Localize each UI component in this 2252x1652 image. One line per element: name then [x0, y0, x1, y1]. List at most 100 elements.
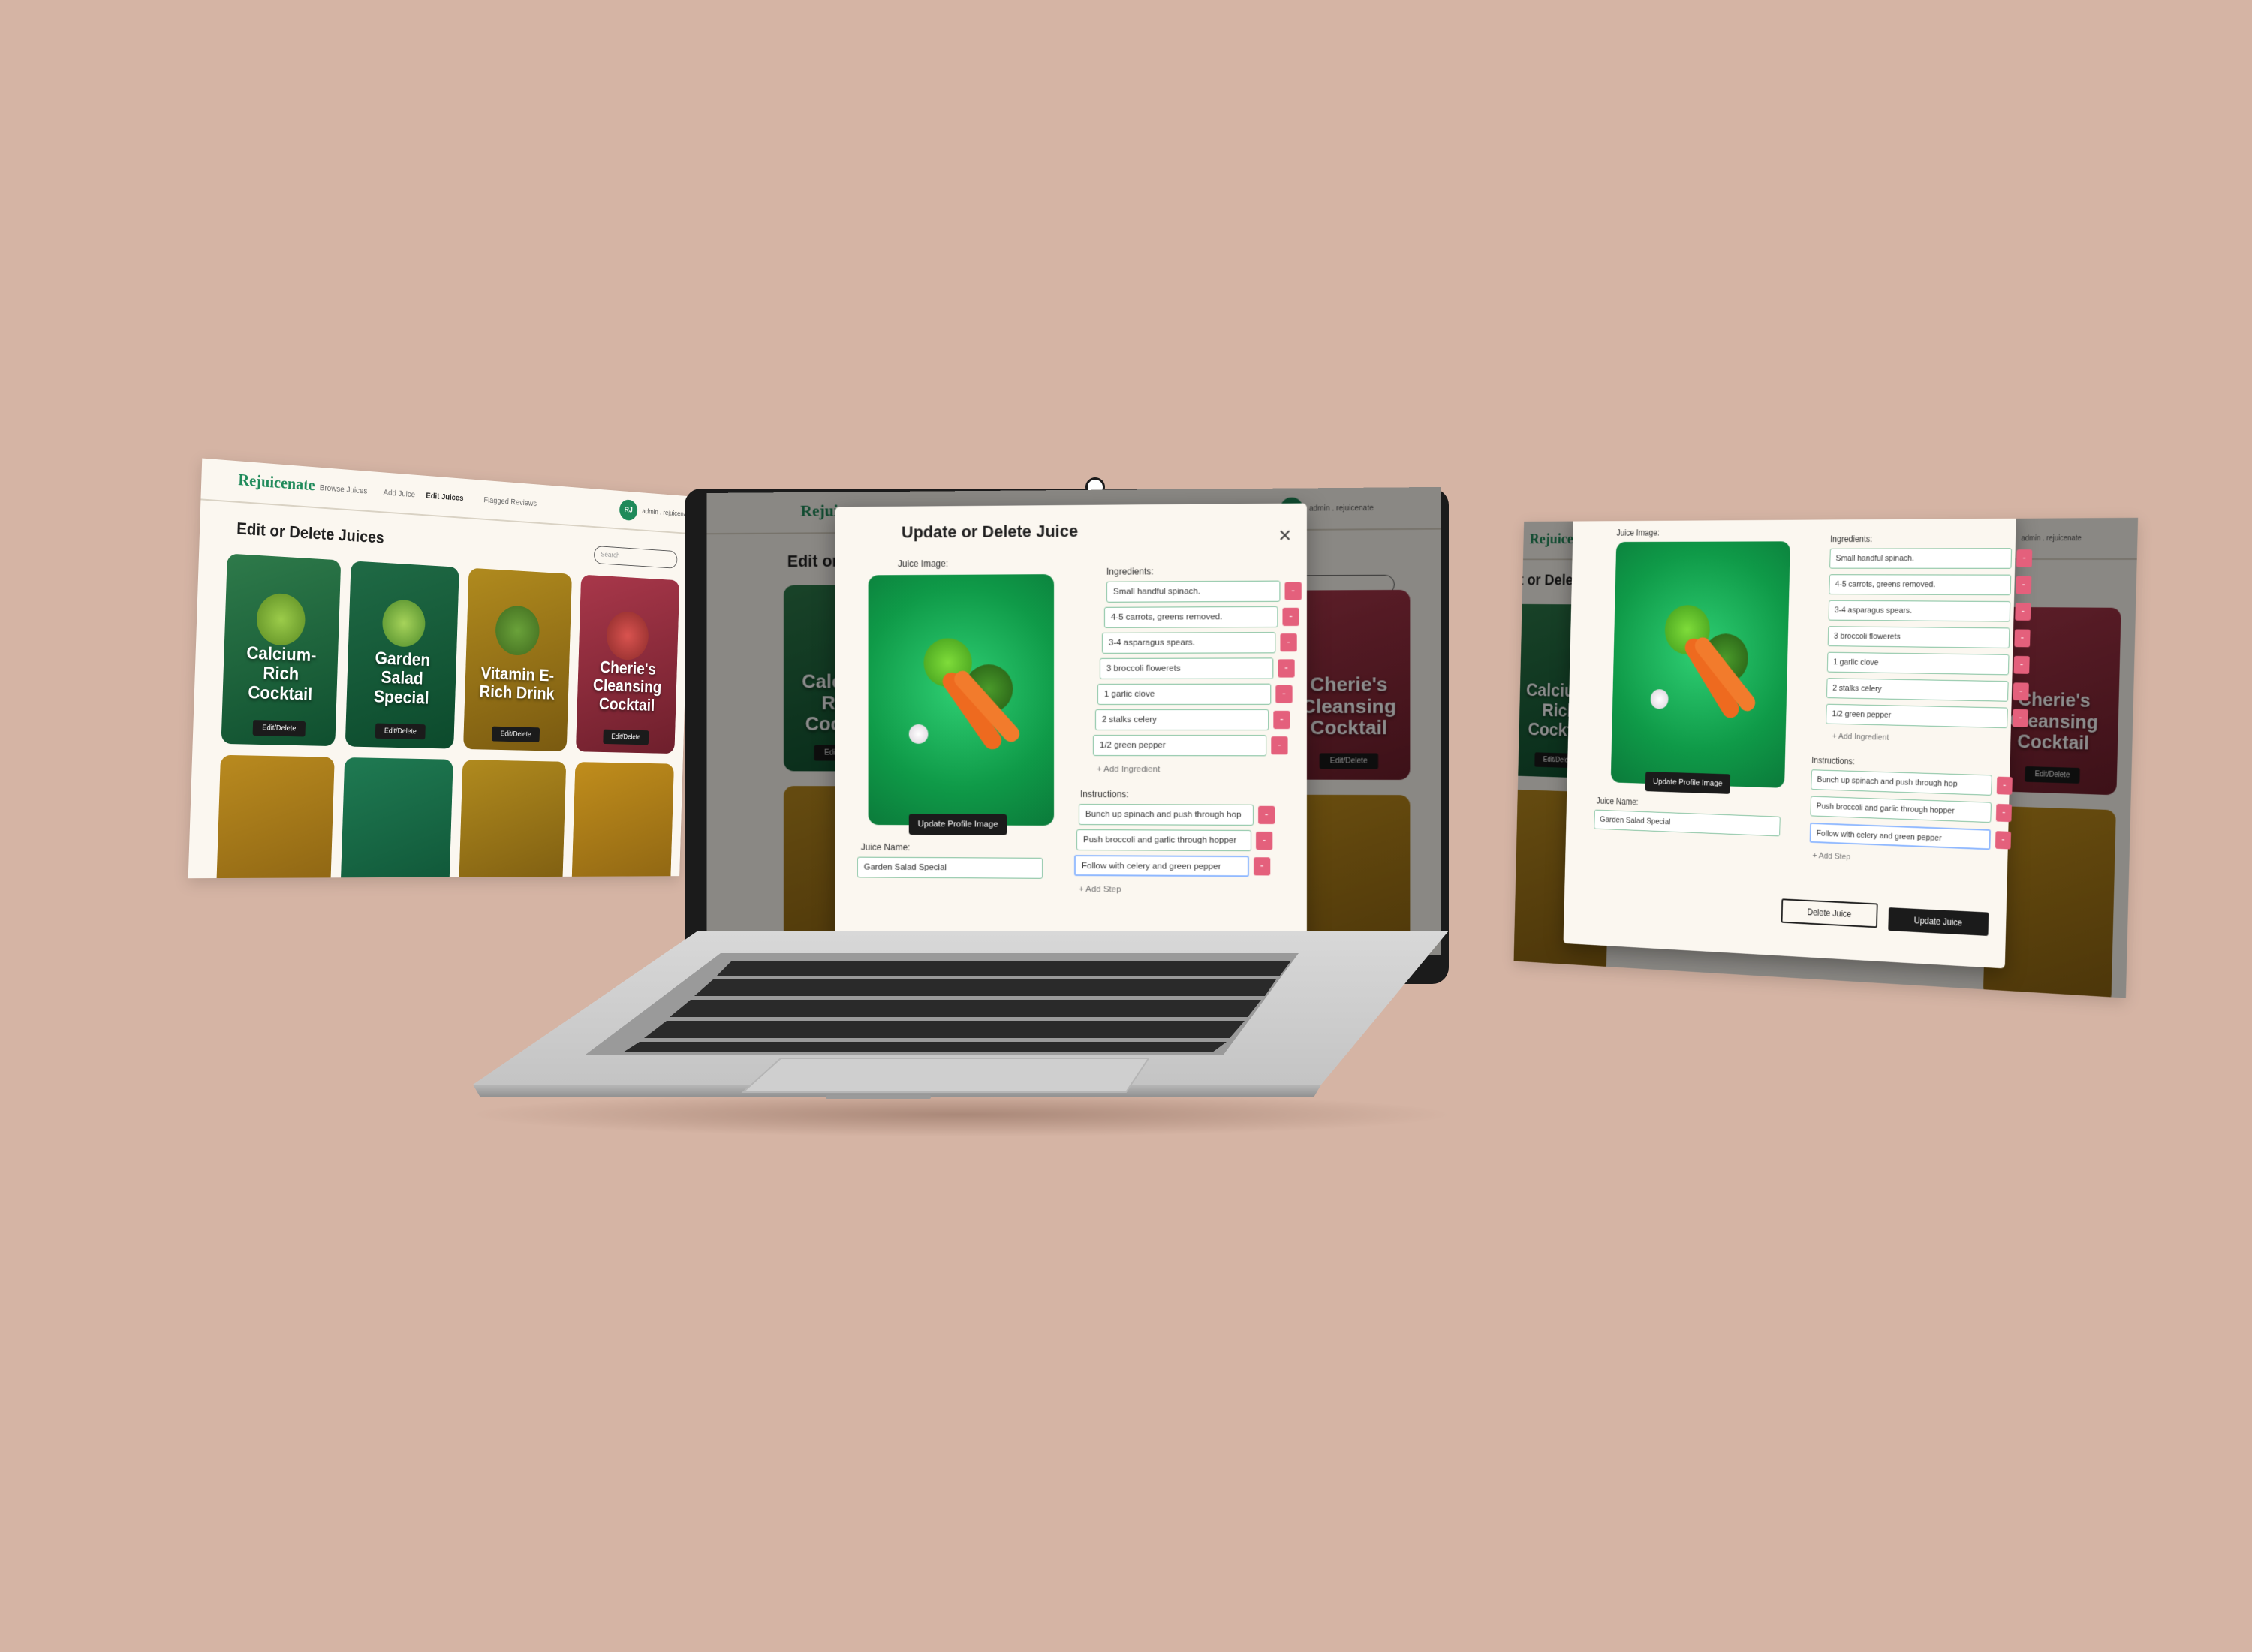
- remove-ingredient-button[interactable]: -: [2013, 682, 2029, 700]
- update-juice-modal: Juice Image: Update Profile Image Juice …: [1564, 518, 2016, 969]
- ingredients-label: Ingredients:: [1830, 534, 1873, 544]
- ingredient-input[interactable]: 3 broccoli flowerets: [1828, 626, 2010, 648]
- juice-card[interactable]: [340, 757, 453, 878]
- ingredient-input[interactable]: 2 stalks celery: [1095, 709, 1269, 730]
- instruction-input[interactable]: Follow with celery and green pepper: [1074, 855, 1249, 877]
- remove-step-button[interactable]: -: [1996, 804, 2012, 822]
- juice-card[interactable]: Garden Salad Special Edit/Delete: [345, 561, 459, 748]
- remove-ingredient-button[interactable]: -: [2015, 603, 2031, 621]
- nav-add-juice[interactable]: Add Juice: [383, 489, 415, 500]
- user-name: admin . rejuicenate: [642, 507, 691, 519]
- ingredient-input[interactable]: Small handful spinach.: [1829, 548, 2012, 569]
- logo[interactable]: Rejuicenate: [238, 470, 315, 495]
- remove-ingredient-button[interactable]: -: [2013, 709, 2028, 727]
- edit-delete-button[interactable]: Edit/Delete: [492, 727, 540, 742]
- juice-image-label: Juice Image:: [1616, 528, 1660, 537]
- delete-juice-button[interactable]: Delete Juice: [1781, 898, 1878, 928]
- card-title: Calcium-Rich Cocktail: [222, 643, 338, 706]
- juice-card[interactable]: Vitamin E-Rich Drink Edit/Delete: [463, 568, 572, 751]
- right-screen-modal: Rejuicenate RJ admin . rejuicenate Edit …: [1514, 518, 2139, 998]
- juice-card[interactable]: Cherie's Cleansing Cocktail Edit/Delete: [576, 575, 679, 754]
- remove-ingredient-button[interactable]: -: [2016, 576, 2031, 594]
- juice-image: [1611, 541, 1790, 788]
- update-juice-modal: Update or Delete Juice ✕ Juice Image: Up…: [835, 504, 1307, 954]
- juice-image-label: Juice Image:: [898, 558, 948, 569]
- remove-ingredient-button[interactable]: -: [1275, 685, 1292, 703]
- juice-name-label: Juice Name:: [861, 842, 911, 853]
- add-ingredient-link[interactable]: + Add Ingredient: [1097, 765, 1160, 774]
- veg-illustration: [495, 605, 540, 656]
- juice-name-input[interactable]: Garden Salad Special: [1594, 810, 1780, 837]
- juice-card[interactable]: [459, 760, 567, 878]
- ingredient-input[interactable]: 3 broccoli flowerets: [1100, 657, 1273, 679]
- garlic-icon: [1650, 689, 1668, 709]
- remove-ingredient-button[interactable]: -: [1282, 608, 1299, 626]
- ingredient-input[interactable]: 2 stalks celery: [1826, 678, 2009, 702]
- instructions-label: Instructions:: [1080, 789, 1129, 799]
- juice-name-label: Juice Name:: [1597, 796, 1639, 807]
- veg-illustration: [606, 611, 649, 661]
- juice-card[interactable]: Calcium-Rich Cocktail Edit/Delete: [221, 553, 342, 746]
- veg-illustration: [256, 592, 306, 646]
- remove-ingredient-button[interactable]: -: [1285, 582, 1302, 600]
- add-step-link[interactable]: + Add Step: [1079, 885, 1121, 894]
- card-title: Garden Salad Special: [346, 648, 456, 709]
- add-ingredient-link[interactable]: + Add Ingredient: [1832, 732, 1889, 742]
- remove-ingredient-button[interactable]: -: [1280, 633, 1296, 651]
- remove-step-button[interactable]: -: [1256, 832, 1272, 850]
- ingredient-input[interactable]: 3-4 asparagus spears.: [1829, 600, 2011, 622]
- ingredient-input[interactable]: 4-5 carrots, greens removed.: [1104, 606, 1278, 628]
- ingredient-input[interactable]: 3-4 asparagus spears.: [1102, 632, 1275, 654]
- remove-ingredient-button[interactable]: -: [2016, 549, 2032, 567]
- edit-delete-button[interactable]: Edit/Delete: [375, 723, 426, 739]
- ingredient-input[interactable]: 1/2 green pepper: [1093, 735, 1266, 756]
- remove-step-button[interactable]: -: [1995, 831, 2011, 849]
- remove-step-button[interactable]: -: [1254, 857, 1270, 875]
- update-profile-image-button[interactable]: Update Profile Image: [1645, 772, 1730, 794]
- modal-title: Update or Delete Juice: [902, 522, 1078, 543]
- juice-card[interactable]: [215, 755, 334, 878]
- instruction-input[interactable]: Bunch up spinach and push through hop: [1079, 804, 1254, 826]
- nav-edit-juices[interactable]: Edit Juices: [426, 492, 463, 503]
- ingredient-input[interactable]: 1 garlic clove: [1827, 652, 2010, 676]
- edit-delete-button[interactable]: Edit/Delete: [603, 730, 649, 745]
- page-title: Edit or Delete Juices: [236, 519, 384, 548]
- ingredient-input[interactable]: 1/2 green pepper: [1826, 704, 2008, 728]
- remove-ingredient-button[interactable]: -: [2013, 656, 2029, 674]
- search-input[interactable]: Search: [594, 546, 678, 569]
- ingredient-input[interactable]: 4-5 carrots, greens removed.: [1829, 574, 2011, 595]
- update-profile-image-button[interactable]: Update Profile Image: [909, 814, 1007, 835]
- instruction-input[interactable]: Push broccoli and garlic through hopper: [1076, 829, 1251, 851]
- left-screen-edit-juices: Rejuicenate Browse Juices Add Juice Edit…: [188, 459, 691, 879]
- instruction-input[interactable]: Bunch up spinach and push through hop: [1811, 769, 1992, 796]
- update-juice-button[interactable]: Update Juice: [1888, 907, 1989, 936]
- close-icon[interactable]: ✕: [1278, 526, 1292, 546]
- ingredients-label: Ingredients:: [1106, 566, 1154, 576]
- garlic-icon: [909, 724, 929, 744]
- card-title: Vitamin E-Rich Drink: [465, 664, 569, 704]
- juice-name-input[interactable]: Garden Salad Special: [857, 857, 1043, 879]
- card-title: Cherie's Cleansing Cocktail: [577, 657, 677, 715]
- remove-ingredient-button[interactable]: -: [1271, 736, 1287, 754]
- laptop-base: [473, 931, 1449, 1103]
- avatar[interactable]: RJ: [619, 499, 638, 521]
- remove-ingredient-button[interactable]: -: [1278, 659, 1294, 677]
- nav-browse-juices[interactable]: Browse Juices: [320, 483, 368, 495]
- juice-image: [869, 574, 1054, 826]
- juice-card[interactable]: [571, 762, 674, 878]
- instruction-input[interactable]: Follow with celery and green pepper: [1810, 823, 1991, 850]
- ingredient-input[interactable]: Small handful spinach.: [1106, 581, 1280, 603]
- remove-step-button[interactable]: -: [1258, 806, 1275, 824]
- mockup-stage: Rejuicenate Browse Juices Add Juice Edit…: [0, 0, 2252, 1652]
- add-step-link[interactable]: + Add Step: [1812, 851, 1850, 862]
- veg-illustration: [381, 599, 426, 648]
- laptop-screen: Rejuicenate RJ admin . rejuicenate Edit …: [707, 487, 1441, 955]
- remove-ingredient-button[interactable]: -: [1273, 711, 1290, 729]
- remove-step-button[interactable]: -: [1997, 777, 2013, 795]
- instructions-label: Instructions:: [1811, 755, 1855, 766]
- instruction-input[interactable]: Push broccoli and garlic through hopper: [1810, 796, 1991, 823]
- nav-flagged-reviews[interactable]: Flagged Reviews: [483, 496, 537, 508]
- edit-delete-button[interactable]: Edit/Delete: [252, 720, 306, 736]
- ingredient-input[interactable]: 1 garlic clove: [1097, 684, 1271, 705]
- remove-ingredient-button[interactable]: -: [2014, 629, 2030, 647]
